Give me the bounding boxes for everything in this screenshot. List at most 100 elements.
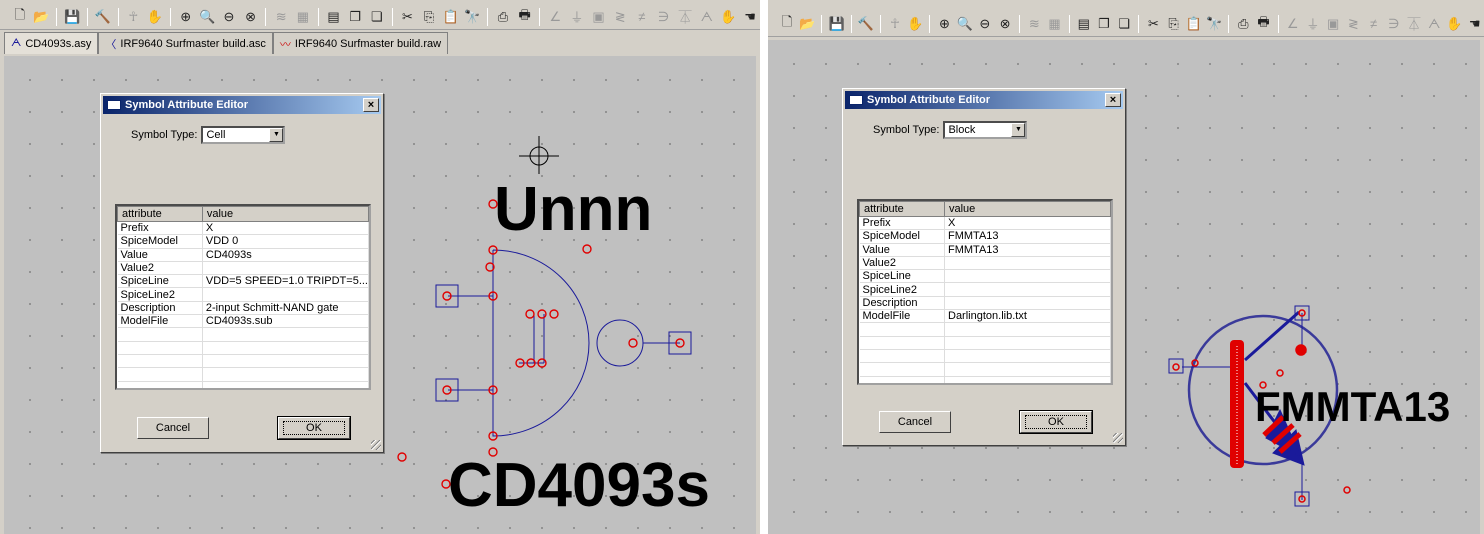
attribute-row[interactable]: SpiceModel VDD 0 [117,234,369,249]
attribute-row[interactable] [859,349,1111,364]
zoom-in-icon[interactable]: ⊕ [176,7,196,27]
tab-cd4093s-asy[interactable]: ᗅ CD4093s.asy [4,32,99,54]
new-schematic-icon[interactable]: 🗋 [10,7,30,27]
value-label[interactable]: FMMTA13 [1255,383,1450,430]
capacitor-icon[interactable]: ≠ [632,7,652,27]
attribute-row[interactable] [117,381,369,388]
instname-label[interactable]: Unnn [494,175,652,244]
ground-icon[interactable]: ⏚ [1304,14,1322,34]
attribute-value[interactable] [202,354,369,369]
attribute-row[interactable]: SpiceLine [859,269,1111,284]
wire-icon[interactable]: ∠ [545,7,565,27]
print-icon[interactable]: 🖶 [515,7,535,27]
attribute-row[interactable]: Value CD4093s [117,248,369,262]
column-header-value[interactable]: value [201,206,369,222]
halt-hand-icon[interactable]: ✋ [145,7,165,27]
run-icon[interactable]: ☥ [124,7,144,27]
tile-horizontal-icon[interactable]: ▤ [324,7,344,27]
grid-icon[interactable]: ▦ [293,7,313,27]
attribute-row[interactable]: ModelFile CD4093s.sub [117,314,369,329]
inductor-icon[interactable]: ∋ [654,7,674,27]
attribute-name[interactable] [859,362,945,377]
print-icon[interactable]: 🖶 [1254,14,1272,34]
attribute-value[interactable]: FMMTA13 [944,243,1111,257]
attribute-name[interactable]: ModelFile [117,314,203,329]
attribute-name[interactable]: Description [117,301,203,316]
attribute-value[interactable] [944,296,1111,311]
attribute-name[interactable]: Value2 [859,256,945,271]
attribute-name[interactable]: Description [859,296,945,311]
save-icon[interactable]: 💾 [827,14,845,34]
attribute-name[interactable] [859,322,945,337]
attribute-row[interactable] [859,322,1111,337]
resistor-icon[interactable]: ≷ [610,7,630,27]
zoom-out-icon[interactable]: ⊖ [976,14,994,34]
chevron-down-icon[interactable]: ▼ [269,128,284,142]
attribute-value[interactable] [202,381,369,388]
attribute-value[interactable] [944,269,1111,284]
copy-icon[interactable]: ⎘ [1165,14,1183,34]
attribute-value[interactable] [944,322,1111,337]
cascade-icon[interactable]: ❐ [1095,14,1113,34]
attribute-value[interactable]: X [202,221,369,236]
attribute-value[interactable] [944,256,1111,271]
halt-hand-icon[interactable]: ✋ [906,14,924,34]
attribute-name[interactable]: SpiceLine2 [859,282,945,297]
paste-icon[interactable]: 📋 [441,7,461,27]
attribute-name[interactable]: SpiceModel [117,234,203,249]
paste-icon[interactable]: 📋 [1185,14,1203,34]
column-header-attribute[interactable]: attribute [859,201,945,217]
attribute-value[interactable]: CD4093s.sub [202,314,369,329]
resize-grip[interactable] [1113,433,1123,443]
attribute-value[interactable] [202,287,369,302]
control-panel-hammer-icon[interactable]: 🔨 [857,14,875,34]
symbol-type-select[interactable]: Block ▼ [943,121,1028,139]
attribute-name[interactable] [859,376,945,383]
attribute-name[interactable]: SpiceLine2 [117,287,203,302]
attribute-row[interactable]: SpiceLine2 [117,287,369,302]
label-icon[interactable]: ▣ [1324,14,1342,34]
grid-icon[interactable]: ▦ [1045,14,1063,34]
new-schematic-icon[interactable]: 🗋 [778,14,796,34]
cancel-button[interactable]: Cancel [137,417,209,439]
attribute-value[interactable]: CD4093s [202,248,369,262]
attribute-row[interactable] [117,341,369,355]
value-label[interactable]: CD4093s [448,451,710,520]
attribute-name[interactable] [117,327,203,342]
attribute-name[interactable]: Value [117,248,203,262]
close-button[interactable]: × [363,98,379,112]
attribute-value[interactable] [944,336,1111,350]
move-hand-icon[interactable]: ✋ [719,7,739,27]
attribute-name[interactable] [117,354,203,369]
attribute-value[interactable] [202,327,369,342]
print-preview-icon[interactable]: ⎙ [1234,14,1252,34]
attribute-name[interactable] [859,336,945,350]
dialog-titlebar[interactable]: Symbol Attribute Editor × [845,91,1123,109]
close-windows-icon[interactable]: ❏ [367,7,387,27]
cut-icon[interactable]: ✂ [398,7,418,27]
attribute-name[interactable]: Prefix [117,221,203,236]
close-button[interactable]: × [1105,93,1121,107]
diode-icon[interactable]: ⏄ [1405,14,1423,34]
zoom-in-icon[interactable]: ⊕ [935,14,953,34]
attribute-row[interactable] [859,376,1111,383]
attribute-row[interactable] [859,362,1111,377]
tile-horizontal-icon[interactable]: ▤ [1075,14,1093,34]
attribute-name[interactable]: Prefix [859,216,945,231]
control-panel-hammer-icon[interactable]: 🔨 [93,7,113,27]
component-icon[interactable]: ᗅ [1425,14,1443,34]
autorange-icon[interactable]: ≋ [1025,14,1043,34]
cascade-icon[interactable]: ❐ [345,7,365,27]
attribute-value[interactable]: FMMTA13 [944,229,1111,244]
attribute-row[interactable] [859,336,1111,350]
attribute-name[interactable]: Value [859,243,945,257]
attribute-value[interactable] [202,367,369,382]
attribute-row[interactable]: ModelFile Darlington.lib.txt [859,309,1111,324]
open-icon[interactable]: 📂 [798,14,816,34]
attribute-name[interactable]: SpiceLine [859,269,945,284]
run-icon[interactable]: ☥ [886,14,904,34]
symbol-type-select[interactable]: Cell ▼ [201,126,286,144]
save-icon[interactable]: 💾 [62,7,82,27]
component-icon[interactable]: ᗅ [697,7,717,27]
attribute-name[interactable]: SpiceModel [859,229,945,244]
